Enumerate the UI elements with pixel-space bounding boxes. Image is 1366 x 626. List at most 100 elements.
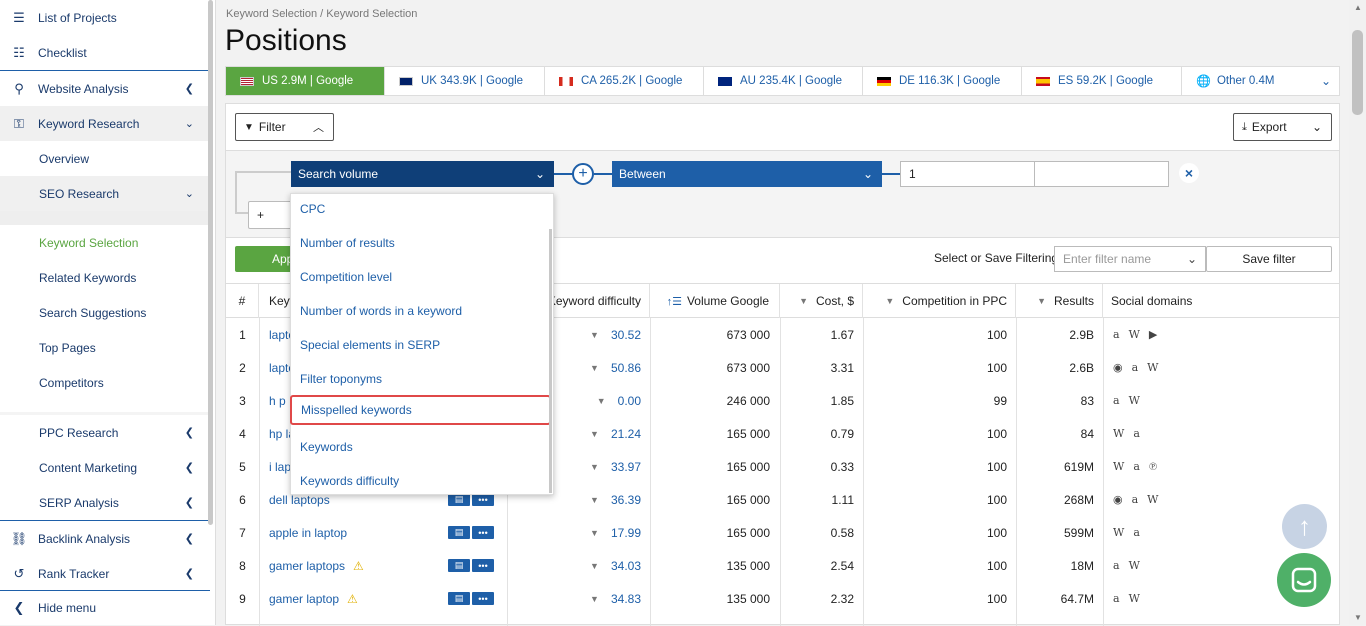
keyword-link[interactable]: gamer laptops bbox=[269, 559, 345, 573]
save-filter-button[interactable]: Save filter bbox=[1206, 246, 1332, 272]
expand-icon[interactable]: ▼ bbox=[590, 495, 599, 505]
wikipedia-icon[interactable]: W bbox=[1129, 394, 1140, 407]
wikipedia-icon[interactable]: W bbox=[1129, 328, 1140, 341]
keyword-cell[interactable]: gamer laptops ⚠ bbox=[269, 549, 469, 582]
amazon-icon[interactable]: a bbox=[1113, 394, 1120, 407]
more-options-icon[interactable]: ••• bbox=[472, 526, 494, 539]
tab-es[interactable]: ES 59.2K | Google bbox=[1022, 67, 1182, 95]
filter-name-input[interactable]: Enter filter name ⌄ bbox=[1054, 246, 1206, 272]
sidebar-item-list-of-projects[interactable]: ☰ List of Projects bbox=[0, 0, 210, 35]
filter-toggle-button[interactable]: ▼ Filter ︿ bbox=[235, 113, 334, 141]
dropdown-scrollbar[interactable] bbox=[549, 229, 552, 493]
keyword-cell[interactable]: gamer laptop ⚠ bbox=[269, 582, 469, 615]
sidebar-item-competitors[interactable]: Competitors bbox=[0, 365, 210, 400]
sidebar-item-seo-research[interactable]: SEO Research ⌄ bbox=[0, 176, 210, 211]
sidebar-item-content-marketing[interactable]: Content Marketing ❮ bbox=[0, 450, 210, 485]
keyword-cell[interactable]: apple in laptop bbox=[269, 516, 469, 549]
tab-au[interactable]: AU 235.4K | Google bbox=[704, 67, 863, 95]
amazon-icon[interactable]: a bbox=[1113, 328, 1120, 341]
sidebar-item-search-suggestions[interactable]: Search Suggestions bbox=[0, 295, 210, 330]
keyword-link[interactable]: h p bbox=[269, 394, 286, 408]
expand-icon[interactable]: ▼ bbox=[590, 594, 599, 604]
scroll-up-icon[interactable]: ▲ bbox=[1354, 3, 1362, 12]
export-button[interactable]: ⤓ Export ⌄ bbox=[1233, 113, 1332, 141]
dropdown-option[interactable]: Keywords bbox=[291, 432, 549, 462]
dropdown-option[interactable]: Number of words in a keyword bbox=[291, 296, 549, 326]
wikipedia-icon[interactable]: W bbox=[1113, 460, 1124, 473]
amazon-icon[interactable]: a bbox=[1133, 460, 1140, 473]
tab-other[interactable]: 🌐 Other 0.4M ⌄ bbox=[1182, 67, 1339, 95]
serp-features-icon[interactable]: ▤ bbox=[448, 592, 470, 605]
serp-features-icon[interactable]: ▤ bbox=[448, 526, 470, 539]
wikipedia-icon[interactable]: W bbox=[1147, 361, 1158, 374]
dropdown-option[interactable]: Special elements in SERP bbox=[291, 330, 549, 360]
tab-ca[interactable]: CA 265.2K | Google bbox=[545, 67, 704, 95]
col-competition[interactable]: ▼ Competition in PPC bbox=[863, 284, 1016, 318]
scroll-down-icon[interactable]: ▼ bbox=[1354, 613, 1362, 622]
sidebar-item-ppc-research[interactable]: PPC Research ❮ bbox=[0, 415, 210, 450]
tab-us[interactable]: US 2.9M | Google bbox=[226, 67, 385, 95]
amazon-icon[interactable]: a bbox=[1132, 361, 1139, 374]
more-options-icon[interactable]: ••• bbox=[472, 592, 494, 605]
scrollbar-thumb[interactable] bbox=[1352, 30, 1363, 115]
sidebar-item-rank-tracker[interactable]: ↺ Rank Tracker ❮ bbox=[0, 556, 210, 591]
wikipedia-icon[interactable]: W bbox=[1129, 592, 1140, 605]
dropdown-option[interactable]: Number of results bbox=[291, 228, 549, 258]
sidebar-item-checklist[interactable]: ☷ Checklist bbox=[0, 35, 210, 70]
dropdown-option[interactable]: CPC bbox=[291, 194, 549, 224]
sidebar-item-keyword-selection[interactable]: Keyword Selection bbox=[0, 225, 210, 260]
serp-features-icon[interactable]: ▤ bbox=[448, 559, 470, 572]
filter-value-to[interactable] bbox=[1034, 161, 1169, 187]
amazon-icon[interactable]: a bbox=[1133, 526, 1140, 539]
sidebar-item-serp-analysis[interactable]: SERP Analysis ❮ bbox=[0, 485, 210, 520]
add-condition-button[interactable]: + bbox=[248, 201, 294, 229]
close-icon[interactable]: × bbox=[1179, 163, 1199, 183]
filter-field-select[interactable]: Search volume ⌄ bbox=[291, 161, 554, 187]
amazon-icon[interactable]: a bbox=[1113, 559, 1120, 572]
expand-icon[interactable]: ▼ bbox=[590, 528, 599, 538]
wikipedia-icon[interactable]: W bbox=[1113, 427, 1124, 440]
reddit-icon[interactable]: ◉ bbox=[1113, 493, 1123, 506]
pinterest-icon[interactable]: ℗ bbox=[1149, 460, 1157, 473]
filter-condition-select[interactable]: Between ⌄ bbox=[612, 161, 882, 187]
wikipedia-icon[interactable]: W bbox=[1147, 493, 1158, 506]
scroll-to-top-button[interactable]: ↑ bbox=[1282, 504, 1327, 549]
sidebar-item-keyword-research[interactable]: ⚿ Keyword Research ⌄ bbox=[0, 106, 210, 141]
expand-icon[interactable]: ▼ bbox=[590, 561, 599, 571]
youtube-icon[interactable]: ▶ bbox=[1149, 328, 1157, 341]
dropdown-option[interactable]: Keywords difficulty bbox=[291, 466, 549, 496]
hide-menu-button[interactable]: ❮ Hide menu bbox=[0, 590, 210, 625]
expand-icon[interactable]: ▼ bbox=[590, 462, 599, 472]
amazon-icon[interactable]: a bbox=[1132, 493, 1139, 506]
expand-icon[interactable]: ▼ bbox=[597, 396, 606, 406]
filter-value-from[interactable]: 1 bbox=[900, 161, 1035, 187]
amazon-icon[interactable]: a bbox=[1113, 592, 1120, 605]
col-results[interactable]: ▼ Results bbox=[1016, 284, 1103, 318]
sidebar-item-top-pages[interactable]: Top Pages bbox=[0, 330, 210, 365]
page-scrollbar[interactable]: ▲ ▼ bbox=[1349, 0, 1366, 625]
keyword-link[interactable]: i lap bbox=[269, 460, 291, 474]
expand-icon[interactable]: ▼ bbox=[590, 330, 599, 340]
sidebar-item-backlink-analysis[interactable]: ⛓ Backlink Analysis ❮ bbox=[0, 521, 210, 556]
dropdown-option[interactable]: Competition level bbox=[291, 262, 549, 292]
keyword-link[interactable]: apple in laptop bbox=[269, 526, 347, 540]
dropdown-option-highlighted[interactable]: Misspelled keywords bbox=[290, 395, 551, 425]
amazon-icon[interactable]: a bbox=[1133, 427, 1140, 440]
keyword-link[interactable]: gamer laptop bbox=[269, 592, 339, 606]
tab-de[interactable]: DE 116.3K | Google bbox=[863, 67, 1022, 95]
sidebar-scrollbar[interactable] bbox=[208, 0, 213, 525]
sidebar-item-website-analysis[interactable]: ⚲ Website Analysis ❮ bbox=[0, 71, 210, 106]
reddit-icon[interactable]: ◉ bbox=[1113, 361, 1123, 374]
sidebar-item-related-keywords[interactable]: Related Keywords bbox=[0, 260, 210, 295]
col-volume[interactable]: ↑☰ Volume Google bbox=[650, 284, 780, 318]
wikipedia-icon[interactable]: W bbox=[1129, 559, 1140, 572]
wikipedia-icon[interactable]: W bbox=[1113, 526, 1124, 539]
more-options-icon[interactable]: ••• bbox=[472, 559, 494, 572]
col-cost[interactable]: ▼ Cost, $ bbox=[780, 284, 863, 318]
chat-button[interactable] bbox=[1277, 553, 1331, 607]
add-filter-icon[interactable]: + bbox=[572, 163, 594, 185]
expand-icon[interactable]: ▼ bbox=[590, 429, 599, 439]
sidebar-item-overview[interactable]: Overview bbox=[0, 141, 210, 176]
expand-icon[interactable]: ▼ bbox=[590, 363, 599, 373]
dropdown-option[interactable]: Filter toponyms bbox=[291, 364, 549, 394]
